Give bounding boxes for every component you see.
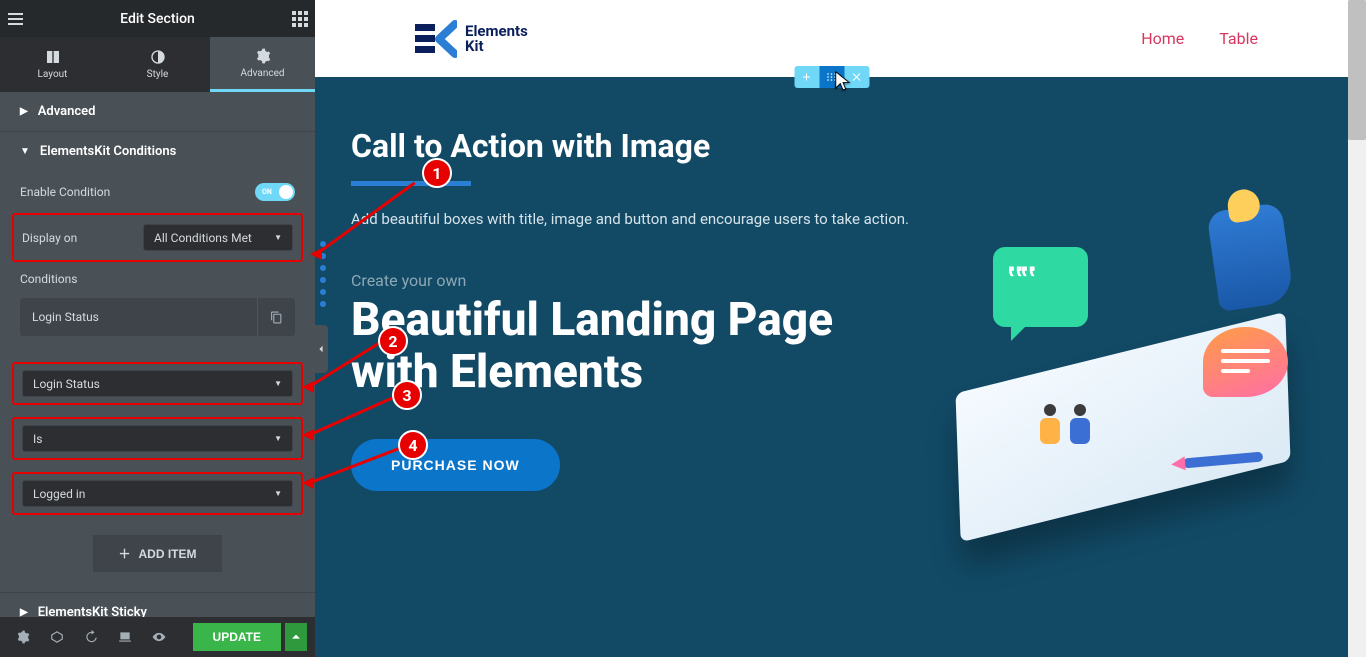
accordion-elementskit-conditions[interactable]: ▼ ElementsKit Conditions [0, 132, 315, 171]
chevron-right-icon: ▶ [20, 607, 28, 617]
hero-illustration: ‟‟ [938, 207, 1318, 537]
panel-tabs: Layout Style Advanced [0, 37, 315, 92]
section-toolbar [794, 66, 869, 88]
tab-layout[interactable]: Layout [0, 37, 105, 92]
display-on-label: Display on [22, 231, 77, 245]
condition-operator-select[interactable]: Is ▼ [22, 425, 293, 452]
hero-section[interactable]: 1 0 1 0 0 1 0 1 0 1 0 0 1 0 1 1 0 0 1 0 … [315, 77, 1348, 657]
hamburger-menu-button[interactable] [0, 0, 30, 37]
enable-condition-label: Enable Condition [20, 185, 110, 199]
preview-area: Elements Kit Home Table [315, 0, 1366, 657]
widgets-grid-button[interactable] [285, 0, 315, 37]
caret-down-icon: ▼ [274, 379, 282, 388]
purchase-button[interactable]: PURCHASE NOW [351, 439, 560, 491]
sidebar-header: Edit Section [0, 0, 315, 37]
collapse-sidebar-handle[interactable] [315, 325, 328, 373]
update-button[interactable]: UPDATE [193, 623, 281, 651]
settings-button[interactable] [8, 623, 38, 651]
responsive-button[interactable] [110, 623, 140, 651]
navigator-button[interactable] [42, 623, 72, 651]
add-item-button[interactable]: ＋ ADD ITEM [93, 535, 221, 572]
display-on-select[interactable]: All Conditions Met ▼ [143, 224, 293, 251]
update-options-button[interactable] [285, 623, 307, 651]
preview-button[interactable] [144, 623, 174, 651]
highlight-select-type: Login Status ▼ [12, 362, 303, 405]
annotation-badge-3: 3 [392, 380, 422, 410]
accordion-elementskit-sticky[interactable]: ▶ ElementsKit Sticky [0, 593, 315, 617]
caret-down-icon: ▼ [274, 233, 282, 242]
hero-description: Add beautiful boxes with title, image an… [351, 208, 911, 231]
enable-condition-toggle[interactable]: ON [255, 183, 295, 201]
sidebar-footer: UPDATE [0, 617, 315, 657]
accordion-advanced[interactable]: ▶ Advanced [0, 92, 315, 131]
nav-home[interactable]: Home [1141, 29, 1184, 48]
condition-type-select[interactable]: Login Status ▼ [22, 370, 293, 397]
caret-down-icon: ▼ [274, 434, 282, 443]
copy-icon[interactable] [257, 298, 283, 336]
annotation-badge-4: 4 [398, 430, 428, 460]
scrollbar[interactable] [1348, 0, 1366, 657]
sidebar-panel: Edit Section Layout Style Advanced ▶ [0, 0, 315, 657]
chevron-down-icon: ▼ [20, 146, 30, 157]
condition-item[interactable]: Login Status [20, 298, 295, 336]
tab-advanced[interactable]: Advanced [210, 37, 315, 92]
annotation-badge-1: 1 [422, 158, 452, 188]
chevron-right-icon: ▶ [20, 106, 28, 117]
history-button[interactable] [76, 623, 106, 651]
panel-title: Edit Section [30, 11, 285, 27]
highlight-select-value: Logged in ▼ [12, 472, 303, 515]
logo: Elements Kit [415, 20, 528, 58]
hero-title: Call to Action with Image [351, 127, 1348, 165]
cursor-icon [834, 70, 852, 92]
add-section-button[interactable] [794, 66, 819, 88]
highlight-select-operator: Is ▼ [12, 417, 303, 460]
condition-value-select[interactable]: Logged in ▼ [22, 480, 293, 507]
highlight-display-on: Display on All Conditions Met ▼ [12, 213, 303, 262]
annotation-badge-2: 2 [378, 326, 408, 356]
nav-table[interactable]: Table [1219, 29, 1258, 48]
plus-icon: ＋ [118, 545, 130, 562]
caret-down-icon: ▼ [274, 489, 282, 498]
tab-style[interactable]: Style [105, 37, 210, 92]
conditions-heading: Conditions [20, 272, 77, 286]
